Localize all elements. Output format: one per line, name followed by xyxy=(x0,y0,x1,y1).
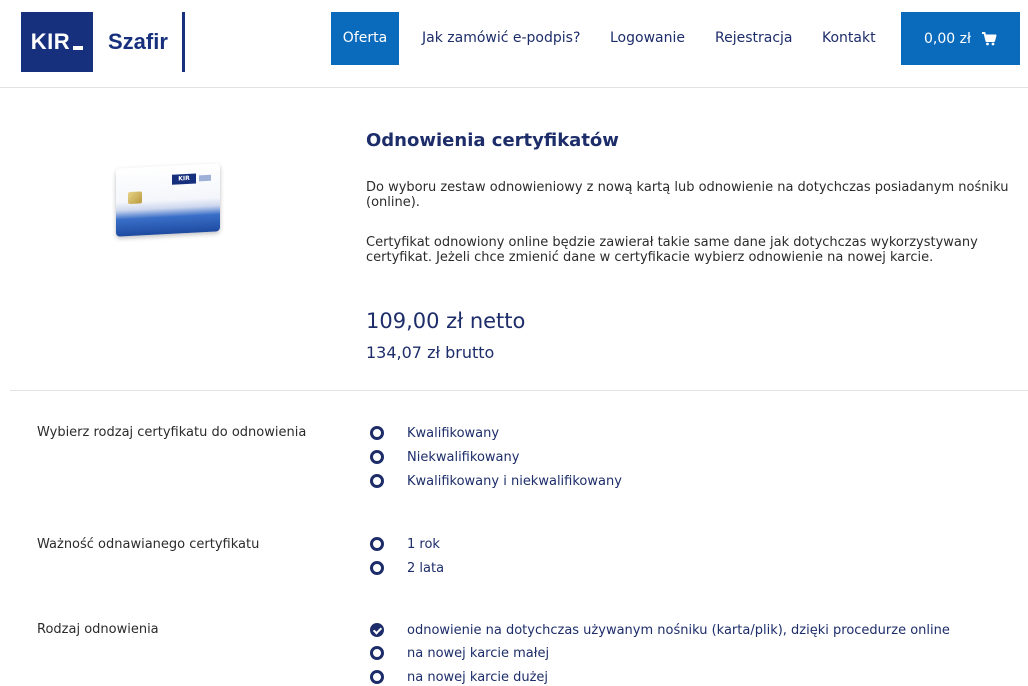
radio-button[interactable] xyxy=(370,426,384,440)
kir-logo-mark: KIR xyxy=(21,12,93,72)
radio-option-online-renewal[interactable]: odnowienie na dotychczas używanym nośnik… xyxy=(370,621,950,639)
price-gross: 134,07 zł brutto xyxy=(366,343,495,362)
cart-button[interactable]: 0,00 zł xyxy=(901,12,1020,65)
radio-label: Kwalifikowany xyxy=(407,425,500,441)
nav-item-rejestracja[interactable]: Rejestracja xyxy=(715,12,793,65)
radio-button[interactable] xyxy=(370,561,384,575)
cart-icon xyxy=(981,31,997,46)
radio-label: na nowej karcie małej xyxy=(407,645,550,661)
price-net: 109,00 zł netto xyxy=(366,309,526,333)
radio-label: Niekwalifikowany xyxy=(407,449,520,465)
nav-item-kontakt[interactable]: Kontakt xyxy=(822,12,876,65)
validity-label: Ważność odnawianego certyfikatu xyxy=(37,537,260,552)
radio-option-kwalifikowany[interactable]: Kwalifikowany xyxy=(370,424,499,442)
site-logo[interactable]: KIR Szafir xyxy=(21,12,185,72)
radio-option-2-lata[interactable]: 2 lata xyxy=(370,559,444,577)
radio-option-new-large-card[interactable]: na nowej karcie dużej xyxy=(370,668,548,686)
site-header: KIR Szafir Oferta Jak zamówić e-podpis? … xyxy=(0,0,1028,88)
product-title: Odnowienia certyfikatów xyxy=(366,130,619,151)
product-image: KIR Szafir xyxy=(116,163,222,237)
radio-button[interactable] xyxy=(370,670,384,684)
radio-option-kwalifikowany-i-niekwalifikowany[interactable]: Kwalifikowany i niekwalifikowany xyxy=(370,472,622,490)
product-description-1: Do wyboru zestaw odnowieniowy z nową kar… xyxy=(366,180,1009,210)
radio-label: 1 rok xyxy=(407,536,440,552)
card-logo: KIR Szafir xyxy=(172,173,196,193)
nav-item-logowanie[interactable]: Logowanie xyxy=(610,12,685,65)
radio-label: na nowej karcie dużej xyxy=(407,669,549,685)
radio-label: 2 lata xyxy=(407,560,445,576)
nav-item-jak-zamowic[interactable]: Jak zamówić e-podpis? xyxy=(422,12,580,65)
radio-label: odnowienie na dotychczas używanym nośnik… xyxy=(407,622,950,638)
radio-option-niekwalifikowany[interactable]: Niekwalifikowany xyxy=(370,448,519,466)
szafir-logo-text: Szafir xyxy=(108,29,168,54)
radio-button[interactable] xyxy=(370,537,384,551)
renewal-type-label: Rodzaj odnowienia xyxy=(37,622,159,637)
cart-amount: 0,00 zł xyxy=(924,30,971,47)
product-description-2: Certyfikat odnowiony online będzie zawie… xyxy=(366,235,978,265)
radio-button-checked[interactable] xyxy=(370,623,384,637)
radio-label: Kwalifikowany i niekwalifikowany xyxy=(407,473,622,489)
section-divider xyxy=(10,390,1028,391)
nav-item-oferta[interactable]: Oferta xyxy=(331,12,399,65)
logo-divider xyxy=(181,12,185,72)
radio-option-new-small-card[interactable]: na nowej karcie małej xyxy=(370,644,549,662)
radio-button[interactable] xyxy=(370,450,384,464)
smart-card-illustration: KIR Szafir xyxy=(116,163,220,237)
card-chip xyxy=(128,191,142,205)
radio-button[interactable] xyxy=(370,646,384,660)
certificate-type-label: Wybierz rodzaj certyfikatu do odnowienia xyxy=(37,425,307,440)
radio-button[interactable] xyxy=(370,474,384,488)
kir-logo-text: KIR xyxy=(30,29,71,54)
radio-option-1-rok[interactable]: 1 rok xyxy=(370,535,440,553)
